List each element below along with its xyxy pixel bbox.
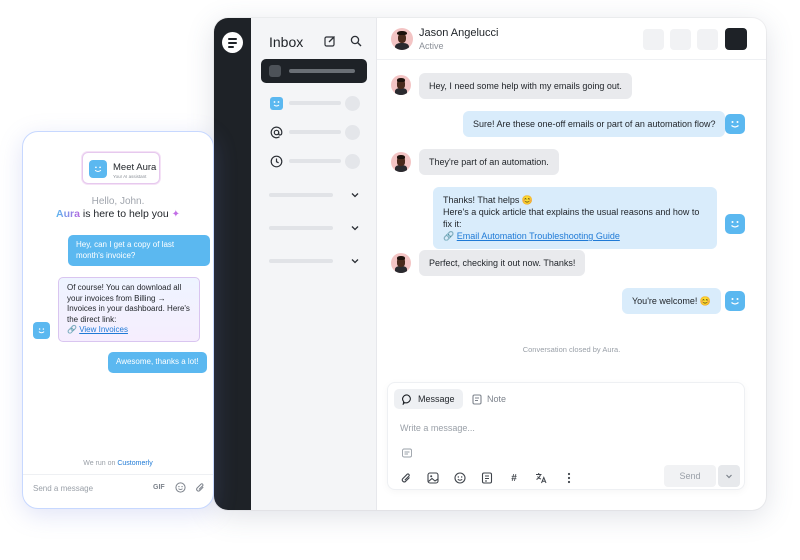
message-customer: Perfect, checking it out now. Thanks!	[419, 250, 586, 276]
image-icon[interactable]	[427, 472, 439, 484]
header-action-button-2[interactable]	[670, 29, 691, 50]
desktop-app-window: Inbox Jason Angelucci Active Hey, I need…	[214, 18, 766, 510]
message-agent: You're welcome! 😊	[622, 288, 722, 314]
conversation-header: Jason Angelucci Active	[377, 18, 766, 60]
customer-avatar	[391, 152, 411, 172]
header-action-button-1[interactable]	[643, 29, 664, 50]
inbox-title: Inbox	[269, 34, 304, 50]
tab-note[interactable]: Note	[464, 389, 514, 409]
message-agent: Sure! Are these one-off emails or part o…	[463, 111, 726, 137]
message-agent-with-link: Thanks! That helps 😊 Here's a quick arti…	[433, 187, 717, 249]
gif-button[interactable]: GIF	[153, 484, 165, 491]
customer-avatar	[391, 75, 411, 95]
more-options-icon[interactable]	[563, 472, 575, 484]
customer-avatar	[391, 253, 411, 273]
conversation-pane: Jason Angelucci Active Hey, I need some …	[377, 18, 766, 510]
attachment-icon[interactable]	[400, 472, 412, 484]
clock-icon	[269, 154, 283, 168]
message-line: Thanks! That helps 😊	[443, 195, 534, 205]
powered-prefix: We run on	[83, 460, 116, 467]
link-icon: 🔗	[443, 231, 455, 241]
meet-subtitle: Your AI assistant	[113, 174, 147, 179]
translate-icon[interactable]	[535, 472, 547, 484]
greeting: Hello, John.	[91, 196, 145, 207]
aura-bot-icon	[89, 160, 107, 178]
inbox-sidebar: Inbox	[251, 18, 377, 510]
header-action-button-3[interactable]	[697, 29, 718, 50]
powered-by: We run on Customerly	[23, 460, 213, 467]
tab-message-label: Message	[418, 394, 455, 404]
widget-message-input[interactable]: Send a message	[33, 484, 93, 493]
send-button[interactable]: Send	[664, 465, 716, 487]
hashtag-icon[interactable]: #	[508, 472, 520, 484]
message-customer: Hey, I need some help with my emails goi…	[419, 73, 632, 99]
contact-status: Active	[419, 41, 444, 51]
bot-avatar-icon	[725, 214, 745, 234]
message-line: Here's a quick article that explains the…	[443, 207, 700, 229]
chevron-down-icon	[351, 193, 359, 198]
stage: Inbox Jason Angelucci Active Hey, I need…	[0, 0, 800, 560]
meet-title: Meet Aura	[113, 162, 157, 173]
sidebar-folder-3[interactable]	[269, 254, 361, 268]
chevron-down-icon	[351, 226, 359, 231]
widget-message-bot: Of course! You can download all your inv…	[58, 277, 200, 342]
app-rail	[214, 18, 251, 510]
chat-widget: Meet Aura Your AI assistant Hello, John.…	[22, 131, 214, 509]
knowledge-base-icon[interactable]	[481, 472, 493, 484]
view-invoices-link[interactable]: View Invoices	[79, 325, 128, 334]
compose-icon[interactable]	[323, 34, 337, 48]
article-link[interactable]: Email Automation Troubleshooting Guide	[457, 231, 620, 241]
search-icon[interactable]	[349, 34, 363, 48]
sidebar-item-active[interactable]	[261, 59, 367, 83]
header-primary-button[interactable]	[725, 28, 747, 50]
message-customer: They're part of an automation.	[419, 149, 559, 175]
sparkle-icon: ✦	[171, 209, 180, 220]
sidebar-item-mentions[interactable]	[269, 123, 365, 141]
powered-brand-link[interactable]: Customerly	[117, 460, 152, 467]
divider	[23, 474, 213, 475]
aura-bot-icon	[33, 322, 50, 339]
contact-name: Jason Angelucci	[419, 27, 499, 39]
message-composer: Message Note Write a message... # Send	[387, 382, 745, 490]
sidebar-item-snoozed[interactable]	[269, 152, 365, 170]
emoji-icon[interactable]	[175, 482, 186, 493]
tagline-text: is here to help you	[79, 208, 169, 220]
bot-icon	[269, 96, 283, 110]
emoji-icon[interactable]	[454, 472, 466, 484]
widget-message-user: Awesome, thanks a lot!	[108, 352, 207, 373]
tab-note-label: Note	[487, 394, 507, 404]
contact-avatar[interactable]	[391, 28, 413, 50]
widget-message-user: Hey, can I get a copy of last month's in…	[68, 235, 210, 266]
sidebar-folder-1[interactable]	[269, 188, 361, 202]
tagline: Aura is here to help you ✦	[23, 208, 213, 220]
meet-aura-card: Meet Aura Your AI assistant	[82, 152, 160, 184]
bot-avatar-icon	[725, 114, 745, 134]
snippet-icon[interactable]	[402, 448, 412, 458]
tagline-name: Aura	[56, 208, 80, 220]
conversation-closed-note: Conversation closed by Aura.	[522, 345, 621, 354]
send-options-button[interactable]	[718, 465, 740, 487]
widget-bot-text: Of course! You can download all your inv…	[67, 283, 190, 324]
at-sign-icon	[269, 125, 283, 139]
note-icon	[472, 393, 482, 405]
sidebar-item-ai[interactable]	[269, 94, 365, 112]
app-logo-icon[interactable]	[222, 32, 243, 53]
tab-message[interactable]: Message	[394, 389, 463, 409]
message-input[interactable]: Write a message...	[400, 423, 475, 433]
chevron-down-icon	[351, 259, 359, 264]
attachment-icon[interactable]	[195, 482, 206, 493]
sidebar-folder-2[interactable]	[269, 221, 361, 235]
link-icon: 🔗	[67, 325, 77, 334]
bot-avatar-icon	[725, 291, 745, 311]
chat-bubble-icon	[402, 393, 411, 405]
chevron-down-icon	[726, 474, 732, 479]
